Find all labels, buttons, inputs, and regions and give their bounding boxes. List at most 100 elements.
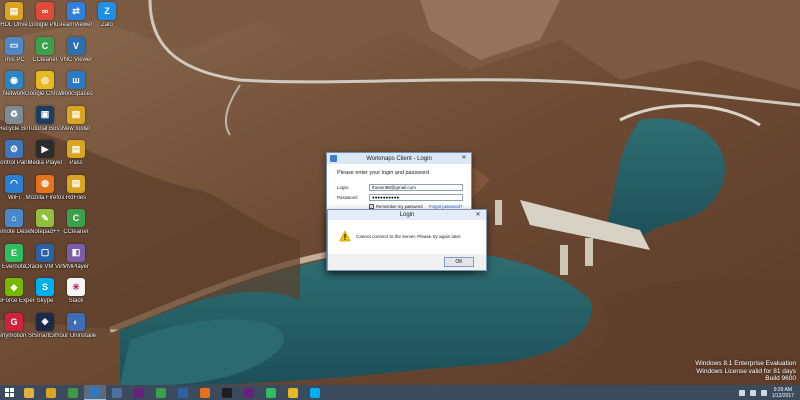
- taskbar-firefox-icon: [200, 387, 210, 398]
- skype-icon: S: [36, 278, 54, 296]
- nvidia-icon: ◆: [5, 278, 23, 296]
- error-footer: OK: [328, 254, 486, 270]
- folder3-icon: ▤: [67, 174, 85, 193]
- taskbar-explorer-icon: [24, 387, 34, 398]
- taskbar: 9:29 AM 1/12/2017: [0, 385, 800, 400]
- taskbar-skype-button[interactable]: [304, 385, 326, 400]
- taskbar-app-button[interactable]: [106, 385, 128, 400]
- taskbar-store-button[interactable]: [62, 385, 84, 400]
- taskbar-workspaces-icon: [90, 387, 100, 397]
- taskbar-folder-button[interactable]: [40, 385, 62, 400]
- wifi-icon: ◠: [5, 174, 23, 193]
- system-tray: 9:29 AM 1/12/2017: [738, 385, 800, 400]
- chrome-icon: ◎: [36, 71, 54, 89]
- login-input[interactable]: [369, 184, 463, 191]
- login-prompt: Please enter your login and password: [337, 170, 430, 176]
- taskbar-folder-icon: [46, 387, 56, 398]
- folder-icon: ▤: [5, 2, 23, 20]
- taskbar-app-icon: [112, 387, 122, 398]
- windows-logo-icon: [4, 388, 14, 397]
- new-folder-icon: ▤: [67, 105, 85, 124]
- clock-time: 9:29 AM: [773, 386, 793, 393]
- desktop-icon-label: WorkSpaces: [59, 91, 93, 97]
- taskbar-visual-studio2-button[interactable]: [238, 385, 260, 400]
- windows-watermark: Windows 8.1 Enterprise Evaluation Window…: [695, 360, 796, 383]
- login-titlebar[interactable]: Workmaps Client - Login ✕: [327, 153, 471, 164]
- desktop-icon-label: RdFiles: [65, 194, 87, 201]
- desktop-icon-label: New folder: [61, 125, 91, 132]
- volume-tray-icon[interactable]: [749, 389, 756, 396]
- uninstaller-shortcut[interactable]: ◐ Your Uninstaller!: [56, 312, 96, 357]
- ok-button[interactable]: OK: [444, 257, 474, 267]
- flag-tray-icon[interactable]: [760, 389, 767, 396]
- workspaces-icon: ш: [67, 71, 85, 89]
- ccleaner2-icon: C: [67, 209, 85, 227]
- desktop-icon-label: Pass: [69, 160, 83, 166]
- watermark-edition: Windows 8.1 Enterprise Evaluation: [695, 360, 796, 367]
- start-button[interactable]: [0, 385, 18, 400]
- login-label: Login:: [337, 185, 350, 190]
- watermark-build: Build 9600: [765, 375, 796, 382]
- folder2-icon: ▤: [67, 140, 85, 158]
- taskbar-evernote-icon: [266, 387, 276, 398]
- recycle-bin-icon: ♻: [5, 105, 23, 124]
- taskbar-store-icon: [68, 387, 78, 398]
- taskbar-visual-studio-icon: [134, 387, 144, 398]
- taskbar-terminal-button[interactable]: [216, 385, 238, 400]
- password-label: Password:: [337, 195, 359, 200]
- warning-icon: [339, 230, 351, 242]
- taskbar-virtualbox-button[interactable]: [172, 385, 194, 400]
- google-plus-icon: ∞: [36, 2, 54, 20]
- login-dialog-title: Workmaps Client - Login: [366, 155, 432, 162]
- desktop-icon-label: Slack: [68, 298, 84, 304]
- taskbar-chrome-icon: [288, 387, 298, 398]
- network-icon: ◉: [5, 71, 23, 89]
- desktop-icon-label: Your Uninstaller!: [56, 332, 96, 339]
- zalo-shortcut[interactable]: Z Zalo: [90, 2, 124, 46]
- desktop-icon-label: Zalo: [101, 22, 113, 28]
- taskbar-virtualbox-icon: [178, 387, 188, 398]
- error-dialog: Login ✕ Cannot connect to the server. Pl…: [327, 209, 487, 271]
- vnc-viewer-icon: V: [67, 36, 85, 55]
- zalo-icon: Z: [98, 2, 116, 20]
- taskbar-pinned-apps: [18, 385, 326, 400]
- firefox-icon: ◍: [36, 174, 54, 193]
- desktop-icon-label: VNC Viewer: [59, 56, 93, 63]
- taskbar-clock[interactable]: 9:29 AM 1/12/2017: [772, 387, 794, 399]
- watermark-license: Windows License valid for 81 days: [696, 367, 796, 375]
- evernote-icon: E: [5, 243, 23, 262]
- taskbar-firefox-button[interactable]: [194, 385, 216, 400]
- genymotion-icon: G: [5, 312, 23, 331]
- taskbar-skype-icon: [310, 387, 320, 398]
- teamviewer-icon: ⇄: [67, 2, 85, 20]
- notepad-plus-icon: ✎: [36, 209, 54, 227]
- taskbar-chrome-button[interactable]: [282, 385, 304, 400]
- virtualbox-icon: ▢: [36, 243, 54, 262]
- computer-icon: ▭: [5, 36, 23, 55]
- control-panel-icon: ⚙: [5, 140, 23, 158]
- password-input[interactable]: [369, 194, 463, 201]
- smartgit-icon: ◈: [36, 312, 54, 331]
- error-message: Cannot connect to the server. Please try…: [356, 234, 462, 239]
- clock-date: 1/12/2017: [771, 392, 794, 399]
- remote-desktop-icon: ⌂: [5, 209, 23, 227]
- close-icon[interactable]: ✕: [459, 154, 469, 162]
- taskbar-workspaces-button[interactable]: [84, 385, 106, 400]
- media-player-icon: ▶: [36, 140, 54, 158]
- taskbar-explorer-button[interactable]: [18, 385, 40, 400]
- error-dialog-title: Login: [399, 212, 415, 218]
- taskbar-visual-studio-button[interactable]: [128, 385, 150, 400]
- error-titlebar[interactable]: Login ✕: [328, 210, 486, 220]
- taskbar-evernote-button[interactable]: [260, 385, 282, 400]
- taskbar-ccleaner-button[interactable]: [150, 385, 172, 400]
- vmware-icon: ◧: [67, 243, 85, 262]
- taskbar-terminal-icon: [222, 387, 232, 398]
- uninstaller-icon: ◐: [67, 312, 85, 331]
- ccleaner-icon: C: [36, 36, 54, 55]
- desktop-icon-label: VMPlayer: [62, 263, 89, 270]
- desktop-icon-label: CCleaner: [63, 229, 89, 235]
- network-tray-icon[interactable]: [738, 389, 745, 396]
- close-icon[interactable]: ✕: [473, 211, 483, 219]
- taskbar-visual-studio2-icon: [244, 387, 254, 398]
- screen-icon: ▣: [36, 105, 54, 124]
